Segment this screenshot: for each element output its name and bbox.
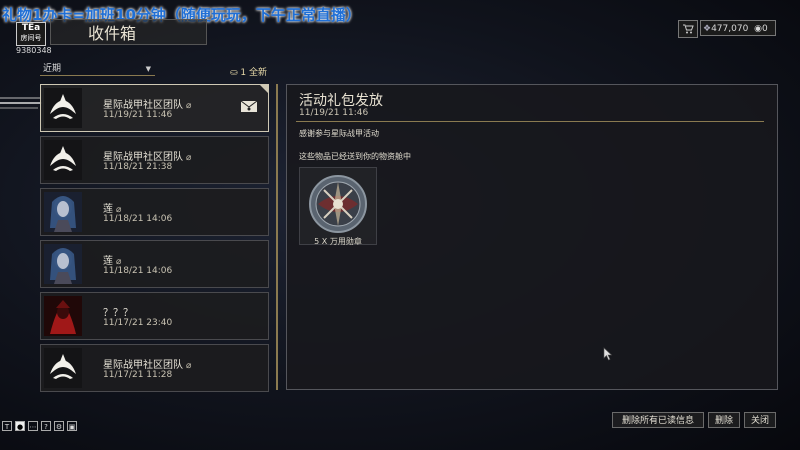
filter-dropdown[interactable]: 近期 ▼ [40, 62, 155, 76]
medallion-icon [309, 175, 367, 233]
unread-envelope-icon [240, 100, 258, 112]
gear-icon[interactable]: ⚙ [54, 421, 64, 431]
dots-icon[interactable]: ⋯ [28, 421, 38, 431]
delete-button[interactable]: 删除 [708, 412, 740, 428]
bottom-toolbar: T ● ⋯? ⚙ ▣ [2, 421, 80, 440]
avatar [44, 244, 82, 284]
message-item[interactable]: 星际战甲社区团队 ⌀ 11/17/21 11:28 [40, 344, 269, 392]
cart-icon[interactable] [678, 20, 698, 38]
new-count-label: 1 全新 [240, 68, 268, 78]
paperclip-icon: ⌀ [186, 101, 192, 111]
message-body-line: 感谢参与星际战甲活动 [299, 129, 379, 138]
currency-display: ❖477,070 ◉0 [700, 20, 776, 36]
attachment-label: 5 X 万用勋章 [314, 237, 362, 246]
message-date: 11/18/21 21:38 [103, 162, 173, 172]
message-item[interactable]: 莲 ⌀ 11/18/21 14:06 [40, 240, 269, 288]
page-title: 收件箱 [88, 24, 137, 43]
message-body-line: 这些物品已经送到你的物资舱中 [299, 152, 411, 161]
message-date: 11/19/21 11:46 [299, 108, 369, 118]
delete-all-read-button[interactable]: 删除所有已读信息 [612, 412, 704, 428]
inbox-icon: ⛀ [230, 68, 238, 78]
message-item[interactable]: 星际战甲社区团队 ⌀ 11/19/21 11:46 [40, 84, 269, 132]
divider [296, 121, 764, 122]
credits-amount: 477,070 [711, 24, 749, 34]
chevron-down-icon: ▼ [145, 65, 151, 73]
chat-icon[interactable]: ● [15, 421, 25, 431]
message-list-scrollbar[interactable] [276, 84, 278, 390]
message-sender: 星际战甲社区团队 ⌀ [103, 96, 191, 111]
message-date: 11/17/21 23:40 [103, 318, 173, 328]
room-badge: TEa 房间号 [16, 22, 46, 46]
paperclip-icon: ⌀ [186, 153, 192, 163]
filter-selected: 近期 [43, 64, 62, 74]
message-sender: ？？？ [103, 304, 133, 319]
message-item[interactable]: 星际战甲社区团队 ⌀ 11/18/21 21:38 [40, 136, 269, 184]
avatar [44, 88, 82, 128]
message-item[interactable]: ？？？ 11/17/21 23:40 [40, 292, 269, 340]
message-title: 活动礼包发放 [299, 93, 383, 109]
message-sender: 莲 ⌀ [103, 200, 121, 215]
message-date: 11/18/21 14:06 [103, 266, 173, 276]
message-date: 11/19/21 11:46 [103, 110, 173, 120]
avatar [44, 192, 82, 232]
room-badge-logo: TEa [21, 23, 41, 33]
avatar [44, 296, 82, 336]
avatar [44, 140, 82, 180]
lock-icon[interactable]: ▣ [67, 421, 77, 431]
platinum-amount: 0 [762, 24, 768, 34]
room-badge-text: 房间号 [20, 34, 42, 42]
message-date: 11/18/21 14:06 [103, 214, 173, 224]
decorative-lines [0, 97, 42, 109]
selected-corner-marker [260, 85, 268, 93]
new-count-badge: ⛀ 1 全新 [230, 65, 267, 78]
credits-icon: ❖ [703, 24, 712, 34]
paperclip-icon: ⌀ [186, 361, 192, 371]
help-icon[interactable]: ? [41, 421, 51, 431]
platinum-icon: ◉ [754, 24, 763, 34]
message-sender: 星际战甲社区团队 ⌀ [103, 356, 191, 371]
message-sender: 星际战甲社区团队 ⌀ [103, 148, 191, 163]
mouse-cursor-icon [603, 347, 613, 361]
avatar [44, 348, 82, 388]
room-number: 9380348 [16, 46, 52, 55]
message-date: 11/17/21 11:28 [103, 370, 173, 380]
close-button[interactable]: 关闭 [744, 412, 776, 428]
message-sender: 莲 ⌀ [103, 252, 121, 267]
attachment-item[interactable] [299, 167, 377, 245]
message-item[interactable]: 莲 ⌀ 11/18/21 14:06 [40, 188, 269, 236]
text-chat-icon[interactable]: T [2, 421, 12, 431]
